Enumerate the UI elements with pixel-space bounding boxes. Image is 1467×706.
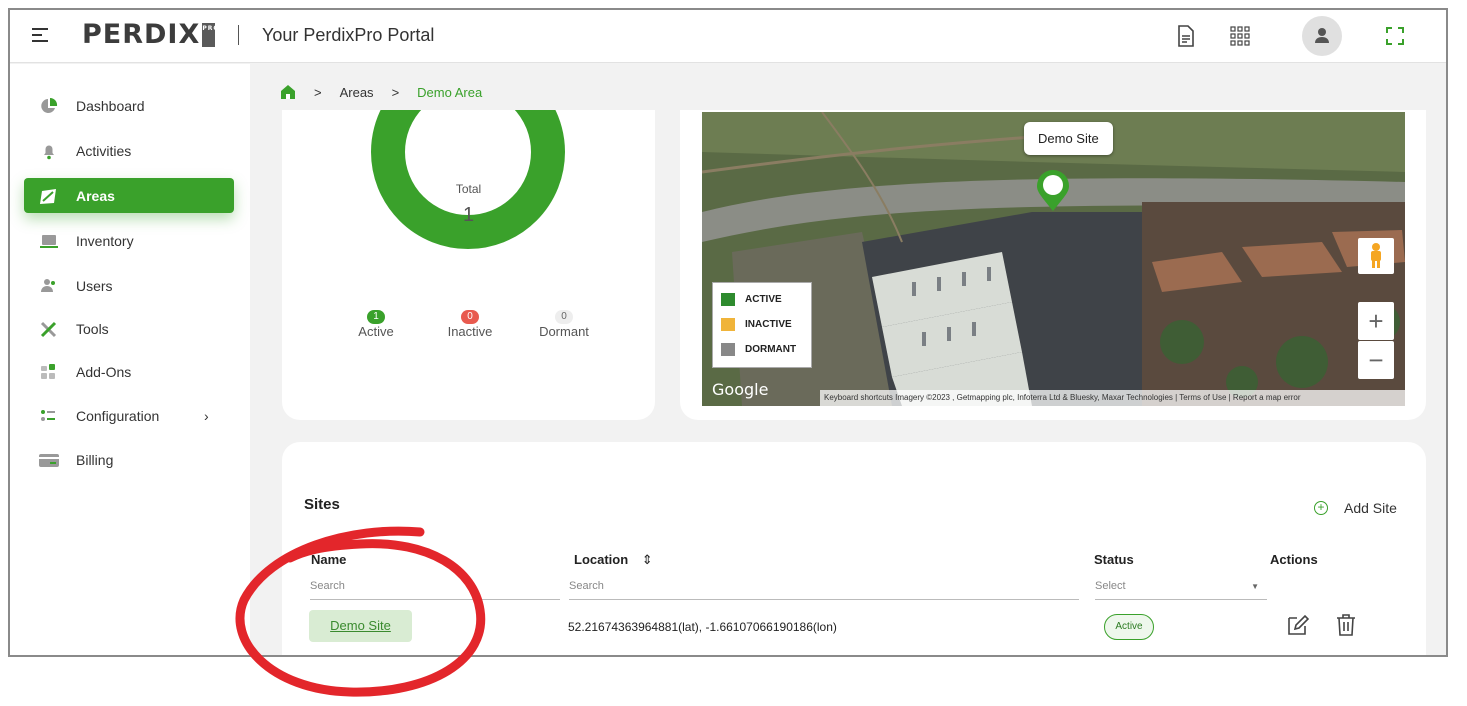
sidebar-item-label: Activities (76, 142, 132, 159)
status-select[interactable]: Select ▼ (1095, 574, 1267, 600)
sidebar: Dashboard Activities Areas Inventory Use… (10, 64, 250, 655)
legend-swatch (721, 293, 735, 306)
logo-badge: PRO (202, 23, 218, 47)
card-icon (38, 451, 60, 469)
sidebar-item-activities[interactable]: Activities (24, 133, 234, 168)
zoom-in-button[interactable]: + (1358, 302, 1394, 340)
home-icon[interactable] (280, 84, 296, 100)
legend-inactive[interactable]: 0 Inactive (440, 307, 500, 339)
active-count-badge: 1 (367, 310, 385, 324)
satellite-map[interactable]: Demo Site ACTIVE INACTIVE DORMANT + − Go… (702, 112, 1405, 406)
site-location: 52.21674363964881(lat), -1.6610706619018… (568, 620, 837, 634)
map-legend-dormant: DORMANT (721, 343, 796, 356)
legend-label: Active (358, 324, 394, 339)
sidebar-item-areas[interactable]: Areas (24, 178, 234, 213)
status-select-placeholder: Select (1095, 580, 1126, 592)
apps-grid-icon[interactable] (1228, 24, 1252, 48)
legend-label: Dormant (539, 324, 589, 339)
site-name-link[interactable]: Demo Site (309, 610, 412, 642)
logo[interactable]: PERDIX PRO (82, 19, 218, 50)
legend-label: INACTIVE (745, 319, 792, 330)
legend-label: Inactive (447, 324, 493, 339)
sidebar-item-tools[interactable]: Tools (24, 311, 234, 346)
legend-label: DORMANT (745, 344, 797, 355)
column-header-location[interactable]: Location ⇕ (574, 552, 653, 568)
user-avatar-icon[interactable] (1302, 16, 1342, 56)
laptop-icon (38, 232, 60, 250)
location-search-input[interactable]: Search (569, 574, 1079, 600)
google-logo: Google (712, 380, 769, 399)
map-card: Demo Site ACTIVE INACTIVE DORMANT + − Go… (680, 64, 1426, 420)
menu-icon[interactable] (32, 28, 50, 42)
map-marker-label: Demo Site (1024, 122, 1113, 155)
config-icon (38, 407, 60, 425)
add-site-button[interactable]: + Add Site (1314, 500, 1397, 516)
sites-title: Sites (304, 496, 340, 513)
column-header-actions: Actions (1270, 552, 1318, 567)
delete-icon[interactable] (1334, 612, 1358, 638)
plus-circle-icon: + (1314, 501, 1328, 515)
sidebar-item-label: Users (76, 277, 113, 294)
name-search-input[interactable]: Search (310, 574, 560, 600)
tools-icon (38, 320, 60, 338)
map-legend-inactive: INACTIVE (721, 318, 792, 331)
column-header-status: Status (1094, 552, 1134, 567)
portal-title: Your PerdixPro Portal (262, 25, 435, 45)
chevron-right-icon: > (391, 84, 400, 100)
document-icon[interactable] (1173, 24, 1197, 48)
add-site-label: Add Site (1344, 500, 1397, 516)
legend-dormant[interactable]: 0 Dormant (532, 307, 596, 339)
donut-total-value: 1 (462, 204, 475, 226)
sidebar-item-label: Tools (76, 320, 109, 337)
zoom-out-button[interactable]: − (1358, 341, 1394, 379)
area-summary-card: Total 1 1 Active 0 Inactive 0 Dormant (282, 64, 655, 420)
sidebar-item-label: Areas (76, 187, 115, 204)
legend-swatch (721, 343, 735, 356)
pie-chart-icon (38, 97, 60, 115)
legend-active[interactable]: 1 Active (354, 307, 398, 339)
sidebar-item-label: Billing (76, 451, 114, 468)
sites-card: Sites + Add Site Name Search Location ⇕ … (282, 442, 1426, 655)
sidebar-item-label: Configuration (76, 407, 160, 424)
bell-icon (38, 142, 60, 160)
header-divider (238, 25, 239, 45)
chevron-right-icon[interactable]: › (204, 408, 209, 424)
legend-label: ACTIVE (745, 294, 782, 305)
fullscreen-icon[interactable] (1383, 24, 1407, 48)
map-marker-pin-icon[interactable] (1035, 170, 1071, 212)
logo-text: PERDIX (82, 19, 201, 50)
edit-icon[interactable] (1286, 612, 1310, 638)
map-legend: ACTIVE INACTIVE DORMANT (712, 282, 812, 368)
sidebar-item-label: Add-Ons (76, 363, 132, 380)
sidebar-item-inventory[interactable]: Inventory (24, 223, 234, 258)
breadcrumb: > Areas > Demo Area (280, 84, 482, 100)
map-legend-active: ACTIVE (721, 293, 782, 306)
addons-icon (38, 363, 60, 381)
sidebar-item-users[interactable]: Users (24, 268, 234, 303)
legend-swatch (721, 318, 735, 331)
donut-total-label: Total (455, 182, 482, 196)
sidebar-item-label: Dashboard (76, 97, 145, 114)
map-attribution[interactable]: Keyboard shortcuts Imagery ©2023 , Getma… (820, 390, 1405, 406)
inactive-count-badge: 0 (461, 310, 479, 324)
chevron-right-icon: > (314, 84, 322, 100)
area-map-icon (38, 187, 60, 205)
sidebar-item-billing[interactable]: Billing (24, 442, 234, 477)
top-header: PERDIX PRO Your PerdixPro Portal (10, 10, 1446, 63)
sidebar-item-dashboard[interactable]: Dashboard (24, 88, 234, 123)
street-view-pegman-icon[interactable] (1358, 238, 1394, 274)
breadcrumb-areas[interactable]: Areas (340, 85, 374, 100)
users-icon (38, 277, 60, 295)
app-window: PERDIX PRO Your PerdixPro Portal Dashboar… (8, 8, 1448, 657)
sidebar-item-label: Inventory (76, 232, 134, 249)
breadcrumb-current: Demo Area (417, 84, 483, 100)
dormant-count-badge: 0 (555, 310, 573, 324)
status-badge: Active (1104, 614, 1154, 640)
sidebar-item-configuration[interactable]: Configuration › (24, 398, 234, 433)
column-header-label: Location (574, 552, 629, 567)
sort-icon[interactable]: ⇕ (642, 552, 653, 567)
dropdown-arrow-icon: ▼ (1251, 582, 1259, 591)
sidebar-item-addons[interactable]: Add-Ons (24, 354, 234, 389)
column-header-name[interactable]: Name (311, 552, 346, 567)
